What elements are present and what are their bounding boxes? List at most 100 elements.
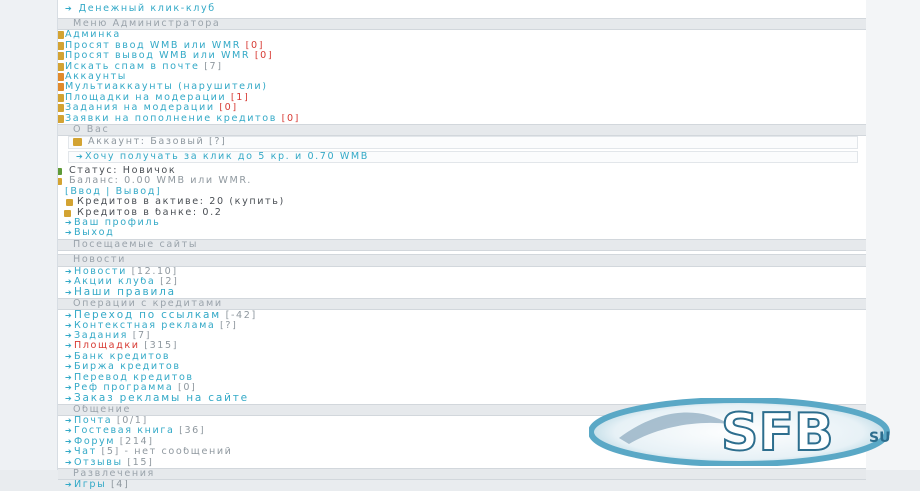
- credit-op-item[interactable]: ➔Биржа кредитов: [58, 362, 866, 372]
- bullet-icon: ➔: [65, 311, 74, 321]
- fun-item[interactable]: ➔Игры [4]: [58, 480, 866, 490]
- credit-op-link[interactable]: Перевод кредитов: [74, 373, 194, 383]
- top-link-row[interactable]: ➔ Денежный клик-клуб: [58, 0, 866, 18]
- admin-item[interactable]: Искать спам в почте [7]: [58, 62, 866, 72]
- deposit-withdraw-links[interactable]: [Ввод | Вывод]: [65, 187, 161, 197]
- news-item[interactable]: ➔Новости [12.10]: [58, 267, 866, 277]
- admin-count: [0]: [254, 51, 274, 62]
- admin-item[interactable]: Задания на модерации [0]: [58, 103, 866, 113]
- upgrade-row[interactable]: ➔Хочу получать за клик до 5 кр. и 0.70 W…: [69, 152, 857, 162]
- bullet-icon: ➔: [65, 341, 74, 351]
- bullet-icon: ➔: [65, 426, 74, 436]
- credit-op-link[interactable]: Переход по ссылкам: [74, 310, 221, 320]
- credit-op-link[interactable]: Банк кредитов: [74, 352, 170, 362]
- admin-link[interactable]: Аккаунты: [65, 72, 127, 82]
- wallet-icon: [58, 178, 62, 186]
- bullet-icon: ➔: [76, 151, 85, 161]
- credits-icon: [58, 114, 64, 123]
- credit-op-item[interactable]: ➔Задания [7]: [58, 331, 866, 341]
- bullet-icon: ➔: [65, 228, 74, 238]
- admin-item[interactable]: Просят ввод WMB или WMR [0]: [58, 41, 866, 51]
- admin-item[interactable]: Просят вывод WMB или WMR [0]: [58, 51, 866, 61]
- profile-link[interactable]: Ваш профиль: [74, 218, 160, 228]
- comm-count: [15]: [127, 457, 154, 468]
- bullet-icon: ➔: [65, 480, 74, 490]
- credit-op-link[interactable]: Задания: [74, 331, 128, 341]
- news-item[interactable]: ➔Акции клуба [2]: [58, 277, 866, 287]
- admin-item[interactable]: Заявки на пополнение кредитов [0]: [58, 114, 866, 124]
- logout-row[interactable]: ➔Выход: [58, 228, 866, 238]
- io-row[interactable]: [Ввод | Вывод]: [58, 187, 866, 197]
- admin-item[interactable]: Аккаунты: [58, 72, 866, 82]
- coins-icon: [58, 41, 64, 50]
- comm-link[interactable]: Форум: [74, 437, 115, 447]
- credit-op-link[interactable]: Реф программа: [74, 383, 173, 393]
- news-link[interactable]: Наши правила: [74, 287, 176, 297]
- admin-item[interactable]: Админка: [58, 30, 866, 40]
- bullet-icon: ➔: [65, 457, 74, 467]
- upgrade-box[interactable]: ➔Хочу получать за клик до 5 кр. и 0.70 W…: [68, 150, 858, 164]
- credits-bank: Кредитов в банке: 0.2: [77, 207, 223, 218]
- admin-link[interactable]: Искать спам в почте: [65, 62, 200, 72]
- credits-active-row: Кредитов в активе: 20 (купить): [58, 197, 866, 207]
- comm-link[interactable]: Отзывы: [74, 458, 123, 468]
- credit-op-item[interactable]: ➔Контекстная реклама [?]: [58, 321, 866, 331]
- admin-item[interactable]: Площадки на модерации [1]: [58, 93, 866, 103]
- credit-op-item[interactable]: ➔Реф программа [0]: [58, 383, 866, 393]
- sites-icon: [58, 93, 64, 102]
- admin-link[interactable]: Просят ввод WMB или WMR: [65, 41, 241, 51]
- news-link[interactable]: Новости: [74, 267, 127, 277]
- credit-op-item[interactable]: ➔Переход по ссылкам [-42]: [58, 310, 866, 320]
- section-title: Посещаемые сайты: [73, 238, 198, 250]
- logo-text: SFB: [721, 403, 834, 463]
- credits-active: Кредитов в активе: 20 (купить): [77, 197, 285, 208]
- credit-op-item[interactable]: ➔Перевод кредитов: [58, 373, 866, 383]
- credit-op-link[interactable]: Контекстная реклама: [74, 321, 215, 331]
- credit-op-count: [-42]: [225, 310, 257, 321]
- account-type: Аккаунт: Базовый [?]: [88, 137, 227, 148]
- upgrade-link[interactable]: Хочу получать за клик до 5 кр. и 0.70 WM…: [85, 152, 369, 162]
- admin-link[interactable]: Мультиаккаунты (нарушители): [65, 82, 268, 92]
- admin-count: [0]: [245, 40, 265, 51]
- fun-link[interactable]: Игры: [74, 480, 106, 490]
- credit-op-link[interactable]: Площадки: [74, 341, 140, 351]
- balance-text: Баланс: 0.00 WMB или WMR.: [69, 176, 252, 187]
- admin-link[interactable]: Площадки на модерации: [65, 93, 226, 103]
- club-link[interactable]: Денежный клик-клуб: [79, 0, 216, 18]
- news-count: [2]: [160, 276, 179, 287]
- bullet-icon: ➔: [65, 382, 74, 392]
- comm-count: [5] - нет сообщений: [101, 447, 233, 458]
- section-title: Операции с кредитами: [73, 297, 223, 309]
- status-row: Статус: Новичок: [58, 166, 866, 176]
- comm-count: [214]: [119, 436, 154, 447]
- news-item[interactable]: ➔Наши правила: [58, 287, 866, 297]
- credit-op-link[interactable]: Заказ рекламы на сайте: [74, 393, 249, 403]
- admin-count: [1]: [230, 92, 250, 103]
- warning-icon: [58, 83, 64, 92]
- comm-count: [0/1]: [116, 416, 148, 427]
- admin-item[interactable]: Мультиаккаунты (нарушители): [58, 82, 866, 92]
- section-title: Меню Администратора: [73, 18, 221, 29]
- bullet-icon: ➔: [65, 416, 74, 426]
- news-link[interactable]: Акции клуба: [74, 277, 155, 287]
- credit-op-item[interactable]: ➔Площадки [315]: [58, 341, 866, 351]
- mail-icon: [58, 62, 64, 71]
- comm-link[interactable]: Почта: [74, 416, 112, 426]
- profile-row[interactable]: ➔Ваш профиль: [58, 218, 866, 228]
- comm-link[interactable]: Чат: [74, 447, 97, 457]
- bullet-icon: ➔: [65, 351, 74, 361]
- credit-op-item[interactable]: ➔Банк кредитов: [58, 352, 866, 362]
- admin-link[interactable]: Просят вывод WMB или WMR: [65, 51, 250, 61]
- section-admin-menu: Меню Администратора: [58, 18, 866, 31]
- credit-op-link[interactable]: Биржа кредитов: [74, 362, 181, 372]
- section-news: Новости: [58, 254, 866, 267]
- bullet-icon: ➔: [65, 4, 74, 13]
- section-about-you: О Вас: [58, 123, 866, 137]
- admin-link[interactable]: Задания на модерации: [65, 103, 215, 113]
- logout-link[interactable]: Выход: [74, 228, 114, 238]
- credit-op-count: [0]: [178, 382, 197, 393]
- comm-link[interactable]: Гостевая книга: [74, 426, 174, 436]
- admin-link[interactable]: Заявки на пополнение кредитов: [65, 114, 277, 124]
- admin-link[interactable]: Админка: [65, 30, 121, 40]
- account-box: Аккаунт: Базовый [?]: [68, 136, 858, 149]
